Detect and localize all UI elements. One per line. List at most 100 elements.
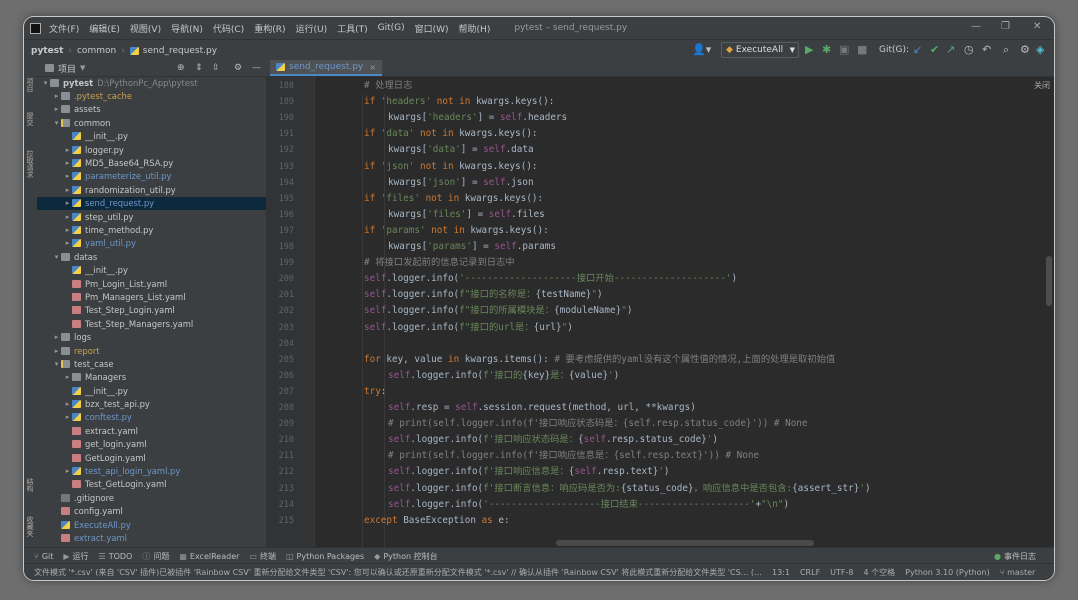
tree-item[interactable]: Test_Step_Login.yaml bbox=[37, 304, 266, 317]
tree-item[interactable]: extract.yaml bbox=[37, 424, 266, 437]
plugin-shield-icon[interactable]: ◈ bbox=[1036, 43, 1044, 57]
code-line[interactable]: kwargs['data'] = self.data bbox=[388, 142, 534, 158]
chevron-right-icon[interactable]: ▸ bbox=[52, 105, 61, 113]
git-commit-icon[interactable]: ✔ bbox=[930, 43, 939, 57]
tool-window-problems[interactable]: ⓘ 问题 bbox=[142, 551, 169, 562]
run-icon[interactable]: ▶ bbox=[805, 43, 813, 57]
horizontal-scrollbar[interactable] bbox=[556, 540, 814, 546]
code-line[interactable]: self.logger.info(f'接口的{key}是：{value}') bbox=[388, 368, 619, 384]
chevron-right-icon[interactable]: ▸ bbox=[63, 213, 72, 221]
tree-item[interactable]: Test_GetLogin.yaml bbox=[37, 478, 266, 491]
chevron-right-icon[interactable]: ▸ bbox=[52, 333, 61, 341]
code-line[interactable]: # print(self.logger.info(f'接口响应状态码是：{sel… bbox=[388, 416, 808, 432]
chevron-right-icon[interactable]: ▸ bbox=[63, 146, 72, 154]
expand-all-icon[interactable]: ⇕ bbox=[195, 63, 203, 73]
tree-item[interactable]: Pm_Managers_List.yaml bbox=[37, 290, 266, 303]
tree-item[interactable]: Pm_Login_List.yaml bbox=[37, 277, 266, 290]
menu-view[interactable]: 视图(V) bbox=[130, 22, 161, 35]
line-separator[interactable]: CRLF bbox=[800, 568, 820, 577]
editor-tab[interactable]: send_request.py × bbox=[270, 60, 382, 76]
menu-navigate[interactable]: 导航(N) bbox=[171, 22, 203, 35]
gear-icon[interactable]: ⚙ bbox=[1020, 43, 1030, 57]
tree-item[interactable]: GetLogin.yaml bbox=[37, 451, 266, 464]
structure-tool-tab[interactable]: 结构 bbox=[25, 478, 35, 492]
breadcrumb-folder[interactable]: common bbox=[77, 46, 116, 56]
tree-item[interactable]: ▸ yaml_util.py bbox=[37, 237, 266, 250]
stop-icon[interactable]: ■ bbox=[857, 43, 867, 57]
commit-tool-tab[interactable]: 提交 bbox=[25, 112, 35, 126]
vertical-scrollbar[interactable] bbox=[1046, 256, 1052, 306]
menu-git[interactable]: Git(G) bbox=[378, 23, 405, 33]
user-icon[interactable]: 👤▾ bbox=[692, 43, 711, 57]
chevron-right-icon[interactable]: ▸ bbox=[63, 239, 72, 247]
tool-window-python-console[interactable]: ◆ Python 控制台 bbox=[374, 551, 437, 562]
tree-item[interactable]: ▸ send_request.py bbox=[37, 196, 266, 210]
coverage-icon[interactable]: ▣ bbox=[839, 43, 849, 57]
tree-item[interactable]: ▸ time_method.py bbox=[37, 223, 266, 236]
tree-item[interactable]: __init__.py bbox=[37, 263, 266, 276]
tree-item[interactable]: ▸ assets bbox=[37, 103, 266, 116]
menu-window[interactable]: 窗口(W) bbox=[415, 22, 449, 35]
tool-window-event-log[interactable]: ● 事件日志 bbox=[994, 551, 1036, 562]
code-line[interactable]: self.logger.info('--------------------接口… bbox=[364, 271, 737, 287]
code-line[interactable]: kwargs['json'] = self.json bbox=[388, 175, 534, 191]
chevron-right-icon[interactable]: ▸ bbox=[63, 226, 72, 234]
tree-item[interactable]: ▸ report bbox=[37, 344, 266, 357]
chevron-right-icon[interactable]: ▸ bbox=[63, 199, 72, 207]
chevron-right-icon[interactable]: ▸ bbox=[63, 172, 72, 180]
favorites-tool-tab[interactable]: 收藏夹 bbox=[25, 516, 35, 537]
breadcrumb-project[interactable]: pytest bbox=[31, 46, 63, 56]
chevron-right-icon[interactable]: ▸ bbox=[52, 92, 61, 100]
tool-window-python-packages[interactable]: ◫ Python Packages bbox=[286, 552, 364, 561]
code-line[interactable]: # 将接口发起前的信息记录到日志中 bbox=[364, 255, 515, 271]
minimize-icon[interactable]: — bbox=[971, 21, 981, 32]
tool-window-excel-reader[interactable]: ▦ ExcelReader bbox=[179, 552, 239, 561]
chevron-down-icon[interactable]: ▾ bbox=[52, 360, 61, 368]
history-icon[interactable]: ◷ bbox=[964, 43, 974, 57]
git-update-icon[interactable]: ↙ bbox=[913, 43, 922, 57]
code-line[interactable]: self.resp = self.session.request(method,… bbox=[388, 400, 696, 416]
status-message[interactable]: 文件模式 '*.csv' (来自 'CSV' 插件)已被插件 'Rainbow … bbox=[34, 567, 762, 578]
tool-window-terminal[interactable]: ▭ 终端 bbox=[249, 551, 276, 562]
menu-run[interactable]: 运行(U) bbox=[295, 22, 327, 35]
code-line[interactable]: self.logger.info('--------------------接口… bbox=[388, 497, 789, 513]
collapse-all-icon[interactable]: ⇳ bbox=[212, 63, 220, 73]
code-line[interactable]: if 'files' not in kwargs.keys(): bbox=[364, 191, 543, 207]
tree-item[interactable]: ▾ common bbox=[37, 116, 266, 129]
close-window-icon[interactable]: ✕ bbox=[1033, 21, 1041, 32]
tree-item[interactable]: ▾ datas bbox=[37, 250, 266, 263]
chevron-down-icon[interactable]: ▼ bbox=[80, 64, 85, 72]
menu-refactor[interactable]: 重构(R) bbox=[254, 22, 285, 35]
tree-item[interactable]: ▾ pytest D:\PythonPc_App\pytest bbox=[37, 76, 266, 89]
chevron-right-icon[interactable]: ▸ bbox=[63, 467, 72, 475]
menu-file[interactable]: 文件(F) bbox=[49, 22, 79, 35]
python-interpreter[interactable]: Python 3.10 (Python) bbox=[905, 568, 990, 577]
chevron-right-icon[interactable]: ▸ bbox=[63, 373, 72, 381]
code-line[interactable]: kwargs['headers'] = self.headers bbox=[388, 110, 567, 126]
hide-panel-icon[interactable]: — bbox=[252, 63, 261, 73]
indent-setting[interactable]: 4 个空格 bbox=[864, 567, 896, 578]
tree-item[interactable]: ▸ randomization_util.py bbox=[37, 183, 266, 196]
chevron-right-icon[interactable]: ▸ bbox=[63, 159, 72, 167]
code-line[interactable]: self.logger.info(f"接口的名称是：{testName}") bbox=[364, 287, 603, 303]
tree-item[interactable]: Test_Step_Managers.yaml bbox=[37, 317, 266, 330]
tree-item[interactable]: ▸ Managers bbox=[37, 371, 266, 384]
git-push-icon[interactable]: ↗ bbox=[946, 43, 955, 57]
tree-item[interactable]: ▸ conftest.py bbox=[37, 411, 266, 424]
chevron-right-icon[interactable]: ▸ bbox=[63, 413, 72, 421]
project-tool-tab[interactable]: 项目 bbox=[25, 78, 35, 92]
rollback-icon[interactable]: ↶ bbox=[982, 43, 991, 57]
tree-item[interactable]: __init__.py bbox=[37, 384, 266, 397]
code-line[interactable]: if 'json' not in kwargs.keys(): bbox=[364, 159, 538, 175]
search-icon[interactable]: ⌕ bbox=[1003, 43, 1009, 57]
tree-item[interactable]: ▸ parameterize_util.py bbox=[37, 170, 266, 183]
code-line[interactable]: if 'headers' not in kwargs.keys(): bbox=[364, 94, 554, 110]
tree-item[interactable]: __init__.py bbox=[37, 130, 266, 143]
code-line[interactable]: # print(self.logger.info(f'接口响应信息是：{self… bbox=[388, 448, 759, 464]
menu-edit[interactable]: 编辑(E) bbox=[89, 22, 120, 35]
chevron-right-icon[interactable]: ▸ bbox=[63, 400, 72, 408]
chevron-down-icon[interactable]: ▾ bbox=[52, 253, 61, 261]
tree-item[interactable]: ▸ test_api_login_yaml.py bbox=[37, 464, 266, 477]
code-line[interactable]: kwargs['files'] = self.files bbox=[388, 207, 545, 223]
close-tab-icon[interactable]: × bbox=[369, 63, 376, 72]
